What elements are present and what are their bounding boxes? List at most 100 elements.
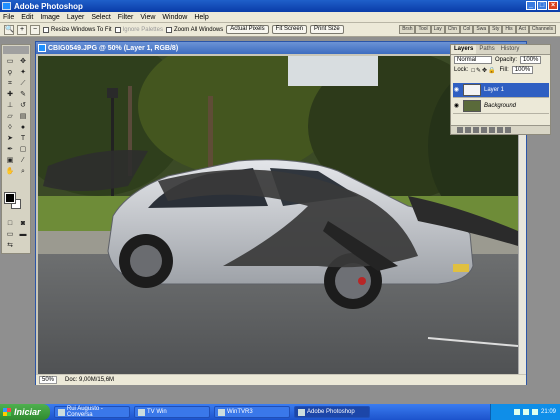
new-group-icon[interactable] [489,127,495,133]
slice-tool-icon[interactable]: ⟋ [17,79,29,89]
lock-icons[interactable]: □✎✥🔒 [471,67,496,74]
screen-mode-icon[interactable]: ▭ [4,230,16,240]
image-canvas[interactable] [38,56,518,374]
layer-style-icon[interactable] [465,127,471,133]
taskbar-item[interactable]: TV Win [134,406,210,418]
app-title: Adobe Photoshop [14,1,83,11]
tab-history[interactable]: History [498,45,523,54]
gradient-tool-icon[interactable]: ▤ [17,112,29,122]
ignore-palettes-checkbox[interactable]: Ignore Palettes [114,26,163,33]
menu-filter[interactable]: Filter [118,14,134,21]
eyedropper-icon[interactable]: ⁄ [17,156,29,166]
new-layer-icon[interactable] [497,127,503,133]
blur-tool-icon[interactable]: ◊ [4,123,16,133]
notes-tool-icon[interactable]: ▣ [4,156,16,166]
well-tab[interactable]: Lay [430,25,445,34]
eraser-tool-icon[interactable]: ▱ [4,112,16,122]
marquee-tool-icon[interactable]: ▭ [4,57,16,67]
taskbar: Iniciar Rui Augusto - Conversa TV Win Wi… [0,404,560,420]
tv-icon [218,408,225,416]
fill-field[interactable]: 100% [511,66,534,74]
lasso-tool-icon[interactable]: ϙ [4,68,16,78]
well-tab[interactable]: Sty [489,25,503,34]
menu-file[interactable]: File [3,14,14,21]
menu-help[interactable]: Help [194,14,208,21]
mask-icon[interactable] [473,127,479,133]
taskbar-item[interactable]: WinTVR3 [214,406,290,418]
dodge-tool-icon[interactable]: ● [17,123,29,133]
tab-paths[interactable]: Paths [476,45,497,54]
layer-row-background[interactable]: ◉ Background [453,99,549,114]
tray-icon[interactable] [531,409,538,415]
close-icon[interactable]: × [548,1,558,10]
zoom-tool-icon[interactable]: 🔍 [4,24,14,35]
opacity-label: Opacity: [495,57,518,63]
well-tab[interactable]: Chn [444,25,460,34]
menu-view[interactable]: View [140,14,155,21]
move-tool-icon[interactable]: ✥ [17,57,29,67]
layer-name: Layer 1 [484,87,505,93]
well-tab[interactable]: Col [459,25,474,34]
fullscreen-mode-icon[interactable]: ▬ [17,230,29,240]
crop-tool-icon[interactable]: ⌗ [4,79,16,89]
menu-window[interactable]: Window [162,14,187,21]
well-tab[interactable]: Tool [415,25,431,34]
taskbar-item[interactable]: Rui Augusto - Conversa [54,406,130,418]
resize-windows-label: Resize Windows To Fit [51,26,112,33]
clock[interactable]: 21:09 [541,409,556,415]
adjustment-layer-icon[interactable] [481,127,487,133]
standard-mode-icon[interactable]: □ [4,219,16,229]
clone-stamp-icon[interactable]: ⊥ [4,101,16,111]
quickmask-mode-icon[interactable]: ◙ [17,219,29,229]
type-tool-icon[interactable]: T [17,134,29,144]
opacity-field[interactable]: 100% [520,56,542,64]
brush-tool-icon[interactable]: ✎ [17,90,29,100]
menu-layer[interactable]: Layer [67,14,85,21]
photoshop-icon [298,408,305,416]
zoom-out-icon[interactable]: − [30,24,40,35]
menu-edit[interactable]: Edit [21,14,33,21]
well-tab[interactable]: Act [515,25,529,34]
zoom-tool-icon[interactable]: ⌕ [17,167,29,177]
eye-icon[interactable]: ◉ [453,87,460,94]
tray-icon[interactable] [513,409,520,415]
resize-windows-checkbox[interactable]: Resize Windows To Fit [43,26,112,33]
eye-icon[interactable]: ◉ [453,103,460,110]
fit-screen-button[interactable]: Fit Screen [271,25,307,34]
menu-select[interactable]: Select [91,14,110,21]
hand-tool-icon[interactable]: ✋ [4,167,16,177]
maximize-icon[interactable]: □ [537,1,547,10]
pen-tool-icon[interactable]: ✒ [4,145,16,155]
healing-brush-icon[interactable]: ✚ [4,90,16,100]
foreground-color-swatch[interactable] [4,192,16,204]
document-icon [38,44,46,52]
link-icon[interactable] [457,127,463,133]
well-tab[interactable]: Brsh [399,25,416,34]
path-select-icon[interactable]: ➤ [4,134,16,144]
shape-tool-icon[interactable]: ▢ [17,145,29,155]
trash-icon[interactable] [505,127,511,133]
taskbar-item[interactable]: Adobe Photoshop [294,406,370,418]
well-tab[interactable]: Swa [473,25,490,34]
tray-icon[interactable] [522,409,529,415]
taskbar-item-label: Adobe Photoshop [307,409,355,415]
magic-wand-icon[interactable]: ✦ [17,68,29,78]
layer-row-layer-1[interactable]: ◉ Layer 1 [453,83,549,98]
start-button[interactable]: Iniciar [0,404,50,420]
photo-image [38,56,518,374]
jump-to-imageready-icon[interactable]: ⇆ [4,241,16,251]
zoom-all-checkbox[interactable]: Zoom All Windows [165,26,223,33]
tab-layers[interactable]: Layers [451,45,477,54]
menu-image[interactable]: Image [40,14,59,21]
minimize-icon[interactable]: _ [526,1,536,10]
toolbox-header[interactable] [3,46,29,54]
blend-mode-select[interactable]: Normal [454,56,492,64]
well-tab[interactable]: His [502,25,516,34]
actual-pixels-button[interactable]: Actual Pixels [226,25,269,34]
well-tab[interactable]: Channels [528,25,556,34]
history-brush-icon[interactable]: ↺ [17,101,29,111]
print-size-button[interactable]: Print Size [310,25,344,34]
document-size[interactable]: Doc: 9,00M/15,6M [65,377,114,383]
zoom-in-icon[interactable]: + [17,24,27,35]
zoom-level-field[interactable]: 50% [39,376,58,384]
